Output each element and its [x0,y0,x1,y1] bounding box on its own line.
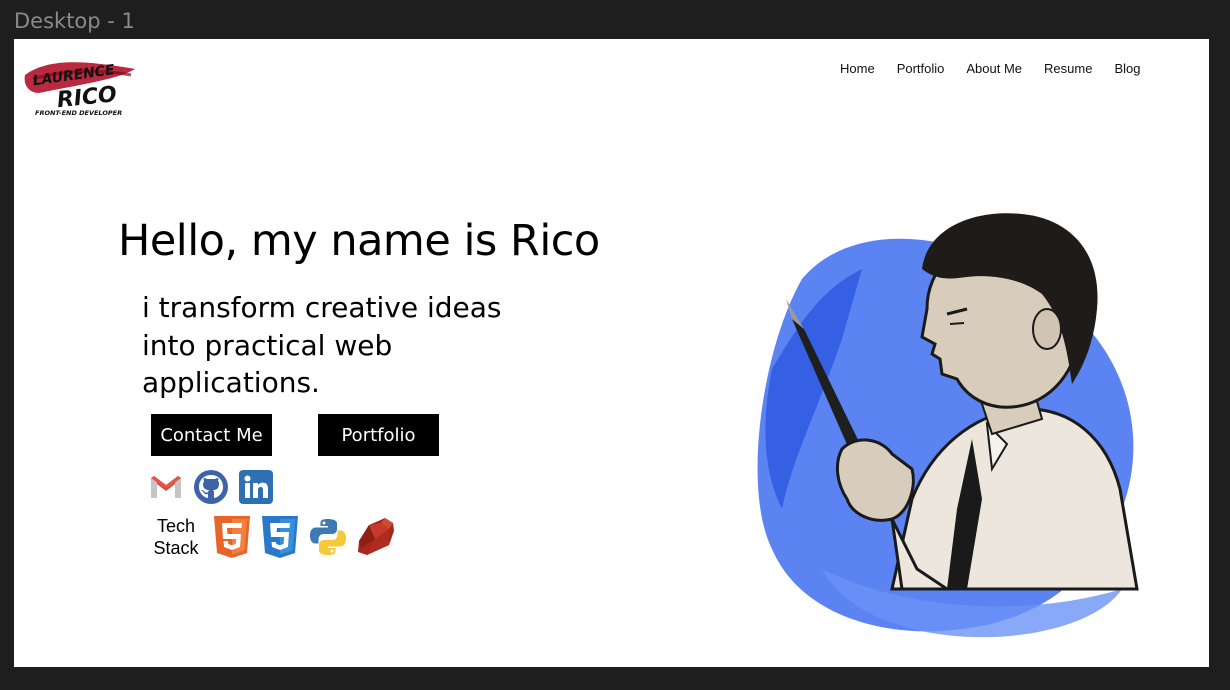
html5-icon [211,515,253,559]
social-links [148,469,283,505]
nav-about-me[interactable]: About Me [966,61,1022,76]
logo-graphic: LAURENCE RICO FRONT-END DEVELOPER [24,62,135,117]
ruby-icon [355,515,397,559]
gmail-icon[interactable] [148,469,184,505]
nav-blog[interactable]: Blog [1114,61,1140,76]
linkedin-icon[interactable] [238,469,274,505]
portrait-illustration [742,169,1152,639]
portfolio-button[interactable]: Portfolio [318,414,439,456]
hero-tagline: i transform creative ideas into practica… [142,291,502,399]
desktop-frame: LAURENCE RICO FRONT-END DEVELOPER Home P… [14,39,1209,667]
nav-portfolio[interactable]: Portfolio [897,61,945,76]
logo[interactable]: LAURENCE RICO FRONT-END DEVELOPER [19,49,139,117]
frame-title: Desktop - 1 [14,9,135,33]
nav-home[interactable]: Home [840,61,875,76]
github-icon[interactable] [193,469,229,505]
python-icon [307,515,349,559]
logo-line3: FRONT-END DEVELOPER [35,109,122,117]
tech-stack-label: Tech Stack [153,516,199,558]
main-nav: Home Portfolio About Me Resume Blog [840,61,1163,76]
css3-icon [259,515,301,559]
nav-resume[interactable]: Resume [1044,61,1092,76]
tech-stack-icons [211,515,403,559]
hero-title: Hello, my name is Rico [118,216,600,266]
contact-me-button[interactable]: Contact Me [151,414,272,456]
